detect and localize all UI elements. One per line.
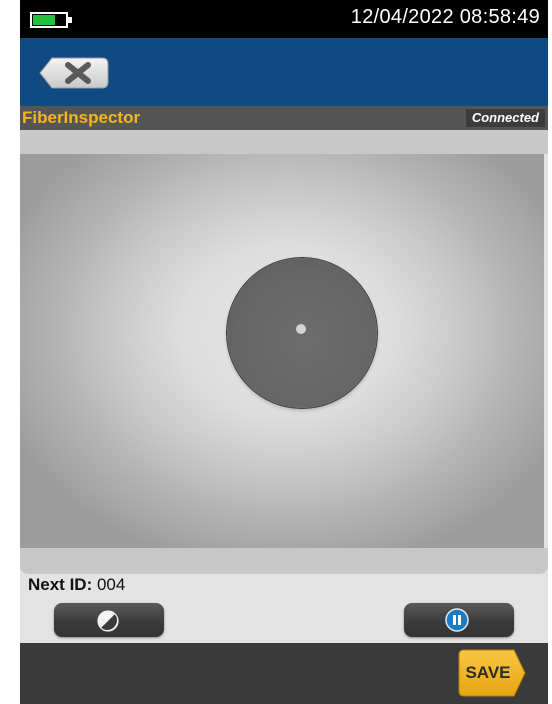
save-button[interactable]: SAVE — [458, 649, 526, 697]
pause-button[interactable] — [404, 603, 514, 637]
contrast-button[interactable] — [54, 603, 164, 637]
nav-bar — [20, 38, 548, 106]
back-clear-icon — [39, 57, 109, 89]
device-screen: 12/04/2022 08:58:49 FiberInspector Conne… — [20, 0, 548, 704]
viewer-top-bar — [20, 130, 548, 154]
next-id-value: 004 — [96, 575, 126, 594]
save-label: SAVE — [465, 663, 511, 682]
fiber-image-viewer[interactable] — [20, 154, 544, 548]
contrast-icon — [97, 610, 119, 632]
viewer-bottom-bar — [20, 548, 548, 574]
status-bar: 12/04/2022 08:58:49 — [20, 0, 548, 38]
next-id-label: Next ID: — [28, 575, 93, 594]
connection-status-badge: Connected — [465, 109, 545, 127]
battery-level-fill — [33, 15, 55, 25]
battery-icon — [30, 12, 68, 28]
app-title: FiberInspector — [22, 108, 141, 127]
fiber-core — [296, 324, 306, 334]
back-button[interactable] — [38, 56, 110, 90]
battery-tip — [68, 17, 72, 23]
title-bar: FiberInspector Connected — [20, 106, 548, 130]
pause-icon — [445, 608, 469, 632]
next-id-row: Next ID: 004 — [28, 575, 125, 595]
datetime-display: 12/04/2022 08:58:49 — [350, 6, 540, 28]
bottom-toolbar: SAVE — [20, 643, 548, 704]
